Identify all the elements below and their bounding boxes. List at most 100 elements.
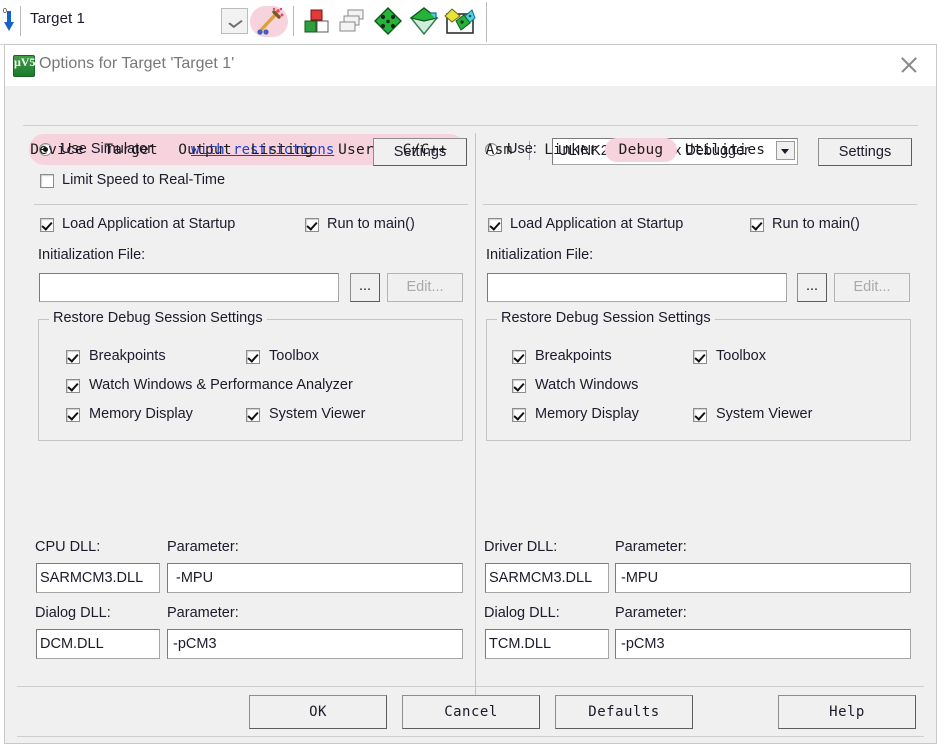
- uvision-app-icon-glyph: μV5: [14, 55, 36, 69]
- right-memory-display-label: Memory Display: [535, 406, 639, 422]
- left-system-viewer-checkbox[interactable]: [246, 408, 260, 422]
- tab-user-label: User: [338, 142, 374, 158]
- download-arrow-icon[interactable]: 0: [2, 4, 16, 34]
- left-watch-windows-label: Watch Windows & Performance Analyzer: [89, 377, 353, 393]
- left-watch-windows-checkbox[interactable]: [66, 379, 80, 393]
- driver-dll-label: Driver DLL:: [484, 539, 558, 555]
- dialog-title-bar: μV5 Options for Target 'Target 1': [5, 45, 936, 86]
- left-run-to-main-label: Run to main(): [327, 216, 415, 232]
- right-load-app-checkbox[interactable]: [488, 218, 502, 232]
- left-load-app-label: Load Application at Startup: [62, 216, 236, 232]
- left-run-to-main-checkbox[interactable]: [305, 218, 319, 232]
- target-selector-value[interactable]: Target 1: [30, 10, 85, 27]
- toolbar-divider-2: [293, 6, 294, 36]
- left-memory-display-checkbox[interactable]: [66, 408, 80, 422]
- right-watch-windows-label: Watch Windows: [535, 377, 639, 393]
- close-icon[interactable]: [892, 51, 926, 79]
- magic-wand-target-options-icon[interactable]: [254, 5, 286, 37]
- right-breakpoints-label: Breakpoints: [535, 348, 612, 364]
- right-memory-display-checkbox[interactable]: [512, 408, 526, 422]
- dialog-title: Options for Target 'Target 1': [39, 55, 235, 72]
- pack-installer-icon[interactable]: [444, 5, 476, 37]
- tab-utilities-label: Utilities: [684, 142, 766, 158]
- right-system-viewer-checkbox[interactable]: [693, 408, 707, 422]
- left-load-app-checkbox[interactable]: [40, 218, 54, 232]
- footer-top-rule: [17, 686, 924, 687]
- defaults-button[interactable]: Defaults: [555, 695, 693, 729]
- limit-speed-label: Limit Speed to Real-Time: [62, 172, 226, 188]
- screen: 0 Target 1 μV5 Options for Target 'Targe…: [0, 0, 937, 744]
- left-separator-rule: [34, 204, 468, 205]
- right-dialog-dll-label: Dialog DLL:: [484, 605, 560, 621]
- options-dialog: μV5 Options for Target 'Target 1' Device…: [4, 44, 937, 744]
- tab-device-label: Device: [30, 142, 84, 158]
- tab-linker-label: Linker: [544, 142, 598, 158]
- right-edit-button: Edit...: [834, 273, 910, 302]
- right-toolbox-label: Toolbox: [716, 348, 766, 364]
- toolbar-divider-1: [20, 6, 21, 36]
- cancel-button[interactable]: Cancel: [402, 695, 540, 729]
- tab-bar: Device Target Output Listing User C/C++ …: [5, 86, 936, 162]
- build-target-icon[interactable]: [300, 5, 332, 37]
- tab-target-label: Target: [104, 142, 158, 158]
- tab-debug[interactable]: Debug: [605, 137, 677, 163]
- tab-c-cpp-label: C/C++: [402, 142, 448, 158]
- right-toolbox-checkbox[interactable]: [693, 350, 707, 364]
- right-init-file-input[interactable]: [487, 273, 787, 302]
- left-dialog-param-input[interactable]: -pCM3: [167, 629, 463, 659]
- dropdown-arrow-icon[interactable]: [221, 8, 248, 34]
- left-breakpoints-checkbox[interactable]: [66, 350, 80, 364]
- panel-vertical-divider: [475, 133, 476, 703]
- cpu-dll-input[interactable]: SARMCM3.DLL: [36, 563, 160, 593]
- driver-dll-input[interactable]: SARMCM3.DLL: [485, 563, 609, 593]
- cpu-param-input[interactable]: -MPU: [167, 563, 463, 593]
- left-dialog-dll-input[interactable]: DCM.DLL: [36, 629, 160, 659]
- right-run-to-main-label: Run to main(): [772, 216, 860, 232]
- right-init-file-label: Initialization File:: [486, 247, 594, 263]
- left-edit-button: Edit...: [387, 273, 463, 302]
- help-button[interactable]: Help: [778, 695, 916, 729]
- cpu-param-label: Parameter:: [167, 539, 239, 555]
- pack-filter-icon[interactable]: [408, 5, 440, 37]
- left-dialog-param-label: Parameter:: [167, 605, 239, 621]
- batch-build-icon[interactable]: [336, 5, 368, 37]
- right-browse-button[interactable]: ...: [797, 273, 827, 302]
- right-dialog-dll-input[interactable]: TCM.DLL: [485, 629, 609, 659]
- tab-output-label: Output: [178, 142, 232, 158]
- tab-debug-label: Debug: [618, 142, 664, 158]
- ide-toolbar: 0 Target 1: [0, 0, 937, 45]
- tab-listing-label: Listing: [250, 142, 314, 158]
- left-browse-button[interactable]: ...: [350, 273, 380, 302]
- right-breakpoints-checkbox[interactable]: [512, 350, 526, 364]
- right-watch-windows-checkbox[interactable]: [512, 379, 526, 393]
- right-run-to-main-checkbox[interactable]: [750, 218, 764, 232]
- footer-bottom-rule: [17, 736, 924, 737]
- cpu-dll-label: CPU DLL:: [35, 539, 101, 555]
- ok-button[interactable]: OK: [249, 695, 387, 729]
- right-dialog-param-label: Parameter:: [615, 605, 687, 621]
- left-toolbox-label: Toolbox: [269, 348, 319, 364]
- limit-speed-checkbox[interactable]: [40, 174, 54, 188]
- left-system-viewer-label: System Viewer: [269, 406, 366, 422]
- left-dialog-dll-label: Dialog DLL:: [35, 605, 111, 621]
- right-system-viewer-label: System Viewer: [716, 406, 813, 422]
- toolbar-divider-3: [486, 2, 487, 42]
- left-toolbox-checkbox[interactable]: [246, 350, 260, 364]
- left-breakpoints-label: Breakpoints: [89, 348, 166, 364]
- manage-components-icon[interactable]: [372, 5, 404, 37]
- uvision-app-icon: μV5: [13, 55, 35, 77]
- right-dialog-param-input[interactable]: -pCM3: [615, 629, 911, 659]
- right-restore-group-caption: Restore Debug Session Settings: [497, 310, 715, 326]
- driver-param-label: Parameter:: [615, 539, 687, 555]
- tab-bottom-rule: [23, 125, 918, 126]
- debugger-settings-button[interactable]: Settings: [818, 138, 912, 166]
- left-memory-display-label: Memory Display: [89, 406, 193, 422]
- left-init-file-input[interactable]: [39, 273, 339, 302]
- driver-param-input[interactable]: -MPU: [615, 563, 911, 593]
- tab-asm-label: Asm: [485, 142, 513, 158]
- right-load-app-label: Load Application at Startup: [510, 216, 684, 232]
- left-init-file-label: Initialization File:: [38, 247, 146, 263]
- svg-text:0: 0: [3, 8, 7, 15]
- left-restore-group-caption: Restore Debug Session Settings: [49, 310, 267, 326]
- chevron-down-icon[interactable]: [776, 141, 795, 160]
